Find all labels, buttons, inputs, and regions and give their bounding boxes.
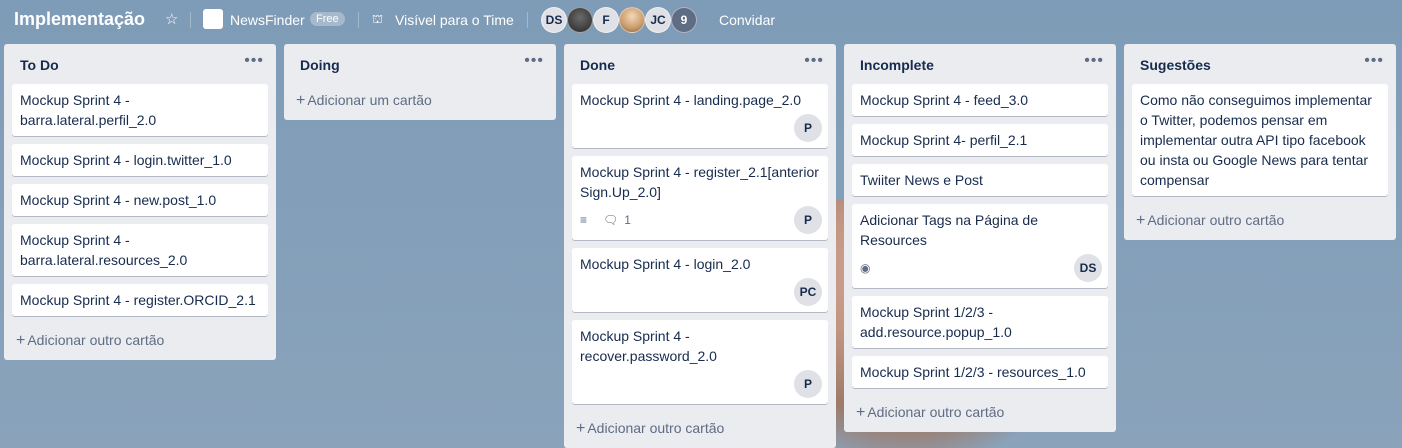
card-title: Como não conseguimos implementar o Twitt…	[1140, 92, 1372, 188]
list-sugestoes: Sugestões ••• Como não conseguimos imple…	[1124, 44, 1396, 240]
list-header: Incomplete •••	[844, 44, 1116, 84]
invite-button[interactable]: Convidar	[719, 12, 775, 28]
card-title: Mockup Sprint 1/2/3 - add.resource.popup…	[860, 304, 1012, 340]
more-icon[interactable]: •••	[244, 52, 264, 70]
add-card-label: Adicionar outro cartão	[867, 404, 1005, 420]
more-icon[interactable]: •••	[524, 52, 544, 70]
card[interactable]: Mockup Sprint 4 - barra.lateral.perfil_2…	[12, 84, 268, 136]
card-member-avatar[interactable]: P	[794, 114, 822, 142]
plus-icon: +	[856, 404, 866, 421]
header-divider	[190, 12, 191, 28]
member-avatar[interactable]: JC	[645, 7, 671, 33]
plan-badge: Free	[310, 12, 345, 26]
list-done: Done ••• Mockup Sprint 4 - landing.page_…	[564, 44, 836, 448]
more-members-count[interactable]: 9	[671, 7, 697, 33]
list-title[interactable]: Sugestões	[1140, 57, 1211, 73]
star-icon[interactable]: ☆	[165, 10, 178, 28]
list-title[interactable]: Done	[580, 57, 615, 73]
card-title: Adicionar Tags na Página de Resources	[860, 212, 1038, 248]
card-member-avatar[interactable]: P	[794, 206, 822, 234]
member-avatar[interactable]	[567, 7, 593, 33]
comment-count: 1	[624, 213, 631, 227]
add-card-label: Adicionar outro cartão	[1147, 212, 1285, 228]
member-avatar[interactable]: F	[593, 7, 619, 33]
card[interactable]: Como não conseguimos implementar o Twitt…	[1132, 84, 1388, 196]
card[interactable]: Mockup Sprint 4 - landing.page_2.0 P	[572, 84, 828, 148]
description-icon: ≡	[580, 213, 588, 227]
card[interactable]: Mockup Sprint 1/2/3 - resources_1.0	[852, 356, 1108, 388]
list-header: To Do •••	[4, 44, 276, 84]
card[interactable]: Mockup Sprint 4- perfil_2.1	[852, 124, 1108, 156]
more-icon[interactable]: •••	[1364, 52, 1384, 70]
card[interactable]: Mockup Sprint 4 - recover.password_2.0 P	[572, 320, 828, 404]
card-member-avatar[interactable]: P	[794, 370, 822, 398]
eye-icon: ◉	[860, 261, 871, 275]
add-card-label: Adicionar outro cartão	[27, 332, 165, 348]
card-title: Mockup Sprint 1/2/3 - resources_1.0	[860, 364, 1086, 380]
add-card-button[interactable]: + Adicionar outro cartão	[576, 420, 724, 438]
card-title: Mockup Sprint 4 - feed_3.0	[860, 92, 1029, 108]
card[interactable]: Mockup Sprint 4 - register_2.1[anterior …	[572, 156, 828, 240]
card[interactable]: Mockup Sprint 1/2/3 - add.resource.popup…	[852, 296, 1108, 348]
add-card-button[interactable]: + Adicionar outro cartão	[16, 332, 164, 350]
card[interactable]: Mockup Sprint 4 - login_2.0 PC	[572, 248, 828, 312]
board-title[interactable]: Implementação	[14, 9, 145, 30]
card-title: Mockup Sprint 4 - login.twitter_1.0	[20, 152, 232, 168]
add-card-label: Adicionar um cartão	[307, 92, 432, 108]
list-title[interactable]: Incomplete	[860, 57, 934, 73]
list-todo: To Do ••• Mockup Sprint 4 - barra.latera…	[4, 44, 276, 360]
plus-icon: +	[576, 420, 586, 437]
member-avatar[interactable]: DS	[541, 7, 567, 33]
list-incomplete: Incomplete ••• Mockup Sprint 4 - feed_3.…	[844, 44, 1116, 432]
list-header: Done •••	[564, 44, 836, 84]
card-title: Mockup Sprint 4- perfil_2.1	[860, 132, 1028, 148]
card-title: Mockup Sprint 4 - landing.page_2.0	[580, 92, 802, 108]
card-title: Mockup Sprint 4 - recover.password_2.0	[580, 328, 717, 364]
plus-icon: +	[1136, 212, 1146, 229]
list-header: Doing •••	[284, 44, 556, 84]
comment-icon: 🗨	[603, 213, 619, 227]
member-avatar[interactable]	[619, 7, 645, 33]
card[interactable]: Mockup Sprint 4 - feed_3.0	[852, 84, 1108, 116]
board-header: Implementação ☆ NewsFinder Free ⛫ Visíve…	[0, 0, 1402, 40]
visibility-button[interactable]: Visível para o Time	[395, 12, 514, 28]
card-title: Mockup Sprint 4 - barra.lateral.resource…	[20, 232, 188, 268]
add-card-label: Adicionar outro cartão	[587, 420, 725, 436]
add-card-button[interactable]: + Adicionar outro cartão	[856, 404, 1004, 422]
list-title[interactable]: Doing	[300, 57, 340, 73]
card-title: Mockup Sprint 4 - barra.lateral.perfil_2…	[20, 92, 157, 128]
card[interactable]: Twiiter News e Post	[852, 164, 1108, 196]
card[interactable]: Mockup Sprint 4 - new.post_1.0	[12, 184, 268, 216]
card-title: Mockup Sprint 4 - register_2.1[anterior …	[580, 164, 819, 200]
card-member-avatar[interactable]: PC	[794, 278, 822, 306]
team-name[interactable]: NewsFinder	[230, 12, 305, 28]
card-title: Mockup Sprint 4 - new.post_1.0	[20, 192, 217, 208]
card[interactable]: Mockup Sprint 4 - barra.lateral.resource…	[12, 224, 268, 276]
card-title: Mockup Sprint 4 - login_2.0	[580, 256, 751, 272]
card-title: Mockup Sprint 4 - register.ORCID_2.1	[20, 292, 256, 308]
card-badges: ◉	[860, 258, 870, 278]
card[interactable]: Mockup Sprint 4 - login.twitter_1.0	[12, 144, 268, 176]
list-doing: Doing ••• + Adicionar um cartão	[284, 44, 556, 120]
card[interactable]: Adicionar Tags na Página de Resources ◉ …	[852, 204, 1108, 288]
header-divider	[358, 12, 359, 28]
plus-icon: +	[16, 332, 26, 349]
list-title[interactable]: To Do	[20, 57, 59, 73]
plus-icon: +	[296, 92, 306, 109]
list-header: Sugestões •••	[1124, 44, 1396, 84]
team-logo	[203, 9, 223, 29]
more-icon[interactable]: •••	[1084, 52, 1104, 70]
more-icon[interactable]: •••	[804, 52, 824, 70]
team-visibility-icon[interactable]: ⛫	[372, 12, 383, 28]
header-divider	[527, 12, 528, 28]
card[interactable]: Mockup Sprint 4 - register.ORCID_2.1	[12, 284, 268, 316]
card-member-avatar[interactable]: DS	[1074, 254, 1102, 282]
add-card-button[interactable]: + Adicionar um cartão	[296, 92, 432, 110]
add-card-button[interactable]: + Adicionar outro cartão	[1136, 212, 1284, 230]
card-title: Twiiter News e Post	[860, 172, 983, 188]
card-badges: ≡ 🗨 1	[580, 210, 631, 230]
